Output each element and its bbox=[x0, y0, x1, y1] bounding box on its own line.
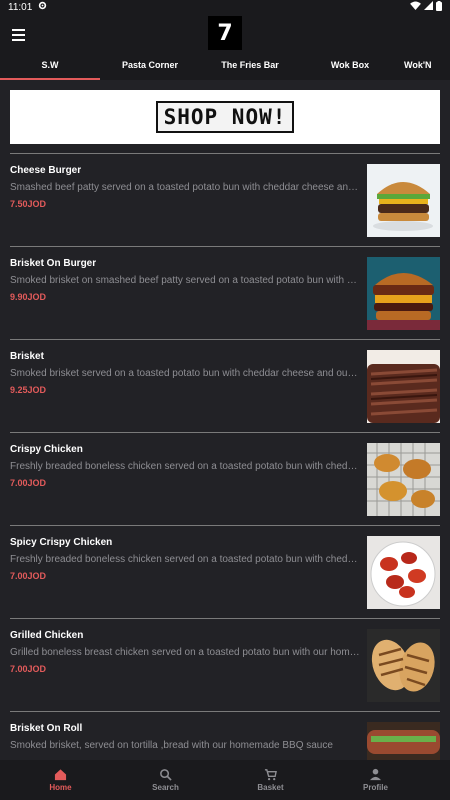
item-name: Brisket On Burger bbox=[10, 258, 97, 269]
list-item[interactable]: Spicy Crispy Chicken Freshly breaded bon… bbox=[10, 525, 440, 618]
tab-pasta-corner[interactable]: Pasta Corner bbox=[100, 56, 200, 80]
nav-basket-label: Basket bbox=[257, 783, 284, 792]
nav-profile[interactable]: Profile bbox=[323, 760, 428, 800]
status-bar: 11:01 bbox=[0, 0, 450, 14]
item-description: Grilled boneless breast chicken served o… bbox=[10, 647, 360, 658]
list-item[interactable]: Cheese Burger Smashed beef patty served … bbox=[10, 153, 440, 246]
list-item[interactable]: Brisket On Burger Smoked brisket on smas… bbox=[10, 246, 440, 339]
list-item[interactable]: Brisket Smoked brisket served on a toast… bbox=[10, 339, 440, 432]
nav-home-label: Home bbox=[49, 783, 72, 792]
item-price: 7.00JOD bbox=[10, 478, 47, 488]
list-item[interactable]: Crispy Chicken Freshly breaded boneless … bbox=[10, 432, 440, 525]
item-description: Smoked brisket on smashed beef patty ser… bbox=[10, 275, 360, 286]
item-image bbox=[367, 629, 440, 702]
home-icon bbox=[54, 769, 67, 781]
item-price: 9.90JOD bbox=[10, 292, 47, 302]
item-image bbox=[367, 257, 440, 330]
item-image bbox=[367, 443, 440, 516]
brand-logo[interactable]: 7 bbox=[208, 16, 242, 50]
item-image bbox=[367, 164, 440, 237]
bottom-nav: Home Search Basket Profile bbox=[0, 760, 450, 800]
item-price: 7.00JOD bbox=[10, 664, 47, 674]
item-name: Cheese Burger bbox=[10, 165, 82, 176]
nav-search-label: Search bbox=[152, 783, 179, 792]
gear-icon bbox=[38, 1, 47, 13]
search-icon bbox=[160, 769, 172, 781]
item-name: Spicy Crispy Chicken bbox=[10, 537, 113, 548]
item-name: Brisket bbox=[10, 351, 44, 362]
tab-label: S.W bbox=[41, 60, 59, 70]
item-price: 9.25JOD bbox=[10, 385, 47, 395]
app-screen: 11:01 7 S.W Pasta Corner The Fries Bar W… bbox=[0, 0, 450, 800]
status-time: 11:01 bbox=[8, 1, 33, 13]
nav-profile-label: Profile bbox=[363, 783, 388, 792]
item-image bbox=[367, 536, 440, 609]
item-description: Freshly breaded boneless chicken served … bbox=[10, 461, 360, 472]
signal-icon bbox=[424, 1, 433, 13]
tab-wok-box[interactable]: Wok Box bbox=[300, 56, 400, 80]
tab-label: Wok Box bbox=[330, 60, 370, 70]
nav-search[interactable]: Search bbox=[113, 760, 218, 800]
battery-icon bbox=[436, 0, 442, 14]
tab-label: Wok'N bbox=[404, 60, 432, 70]
item-name: Brisket On Roll bbox=[10, 723, 83, 734]
banner-text: SHOP NOW! bbox=[155, 101, 295, 133]
nav-basket[interactable]: Basket bbox=[218, 760, 323, 800]
item-price: 7.00JOD bbox=[10, 571, 47, 581]
list-item[interactable]: Grilled Chicken Grilled boneless breast … bbox=[10, 618, 440, 711]
category-tabs: S.W Pasta Corner The Fries Bar Wok Box W… bbox=[0, 56, 450, 80]
tab-label: The Fries Bar bbox=[221, 60, 279, 70]
item-description: Smoked brisket served on a toasted potat… bbox=[10, 368, 360, 379]
app-bar: 7 bbox=[0, 14, 450, 56]
item-name: Crispy Chicken bbox=[10, 444, 83, 455]
menu-icon[interactable] bbox=[12, 26, 30, 44]
tab-the-fries-bar[interactable]: The Fries Bar bbox=[200, 56, 300, 80]
nav-home[interactable]: Home bbox=[8, 760, 113, 800]
item-description: Smoked brisket, served on tortilla ,brea… bbox=[10, 740, 333, 751]
tab-label: Pasta Corner bbox=[121, 60, 179, 70]
menu-item-list: Cheese Burger Smashed beef patty served … bbox=[10, 153, 440, 800]
logo-text: 7 bbox=[217, 20, 233, 46]
shop-now-banner[interactable]: SHOP NOW! bbox=[10, 90, 440, 144]
person-icon bbox=[369, 768, 382, 781]
item-description: Smashed beef patty served on a toasted p… bbox=[10, 182, 360, 193]
status-icons bbox=[410, 0, 442, 14]
item-name: Grilled Chicken bbox=[10, 630, 84, 641]
item-price: 7.50JOD bbox=[10, 199, 47, 209]
wifi-icon bbox=[410, 1, 421, 13]
tab-wokn[interactable]: Wok'N bbox=[404, 56, 450, 80]
cart-icon bbox=[264, 769, 277, 781]
item-image bbox=[367, 350, 440, 423]
item-description: Freshly breaded boneless chicken served … bbox=[10, 554, 360, 565]
tab-sw[interactable]: S.W bbox=[0, 56, 100, 80]
